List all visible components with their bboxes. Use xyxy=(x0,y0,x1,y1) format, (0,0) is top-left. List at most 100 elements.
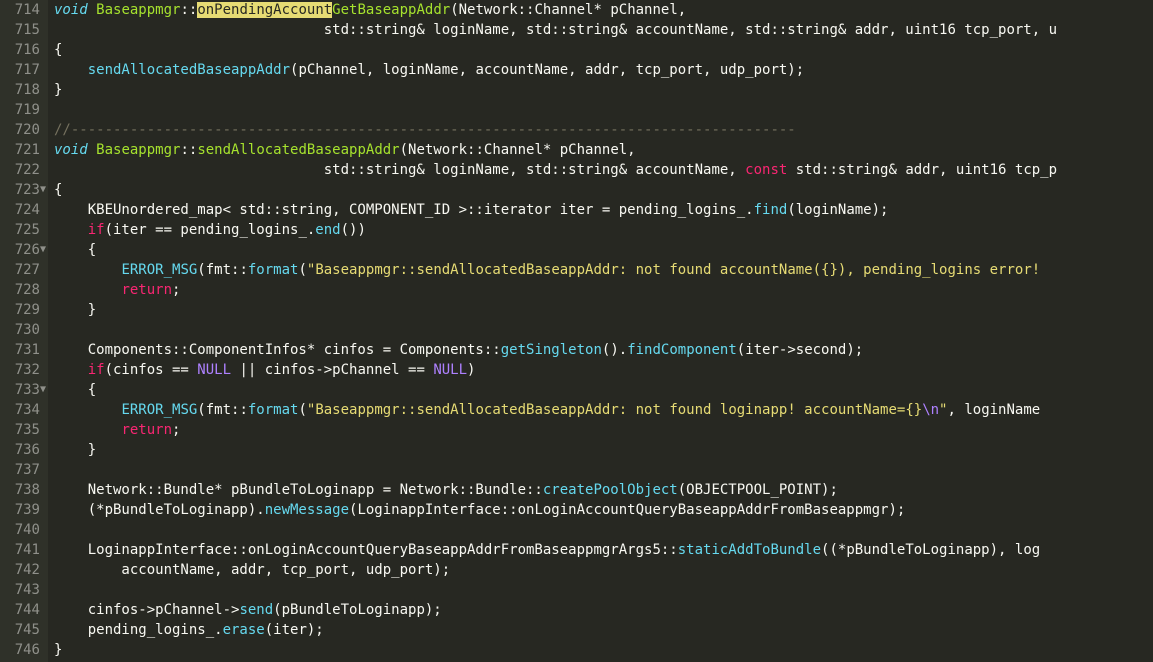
token: Components::ComponentInfos* cinfos = Com… xyxy=(54,342,501,358)
code-line[interactable] xyxy=(54,100,1153,120)
token: KBEUnordered_map< std::string, COMPONENT… xyxy=(54,202,754,218)
token xyxy=(54,222,88,238)
token: accountName, addr, tcp_port, udp_port); xyxy=(54,562,450,578)
code-line[interactable]: return; xyxy=(54,420,1153,440)
token: LoginappInterface::onLoginAccountQueryBa… xyxy=(54,542,678,558)
code-line[interactable] xyxy=(54,520,1153,540)
token xyxy=(54,262,121,278)
token: ERROR_MSG xyxy=(121,402,197,418)
token: sendAllocatedBaseappAddr xyxy=(197,142,399,158)
token: //--------------------------------------… xyxy=(54,122,796,138)
code-line[interactable]: std::string& loginName, std::string& acc… xyxy=(54,20,1153,40)
code-line[interactable]: std::string& loginName, std::string& acc… xyxy=(54,160,1153,180)
line-number: 715 xyxy=(4,20,40,40)
token xyxy=(54,362,88,378)
token xyxy=(88,2,96,18)
code-line[interactable]: void Baseappmgr::onPendingAccountGetBase… xyxy=(54,0,1153,20)
line-number: 739 xyxy=(4,500,40,520)
token xyxy=(54,282,121,298)
code-line[interactable] xyxy=(54,320,1153,340)
line-number: 738 xyxy=(4,480,40,500)
code-line[interactable]: ERROR_MSG(fmt::format("Baseappmgr::sendA… xyxy=(54,260,1153,280)
token: (loginName); xyxy=(787,202,888,218)
token xyxy=(54,402,121,418)
token: std::string& addr, uint16 tcp_p xyxy=(787,162,1057,178)
code-line[interactable]: } xyxy=(54,440,1153,460)
token: { xyxy=(54,182,62,198)
token: (pBundleToLoginapp); xyxy=(273,602,442,618)
code-line[interactable]: return; xyxy=(54,280,1153,300)
token: Baseappmgr xyxy=(96,2,180,18)
token xyxy=(88,142,96,158)
token: ((*pBundleToLoginapp), log xyxy=(821,542,1040,558)
token: (cinfos == xyxy=(105,362,198,378)
token: NULL xyxy=(433,362,467,378)
code-line[interactable]: ERROR_MSG(fmt::format("Baseappmgr::sendA… xyxy=(54,400,1153,420)
token: NULL xyxy=(197,362,231,378)
token: return xyxy=(121,422,172,438)
code-line[interactable]: { xyxy=(54,180,1153,200)
line-number: 726▼ xyxy=(4,240,40,260)
code-editor[interactable]: 714715716717718719720721722723▼724725726… xyxy=(0,0,1153,662)
code-line[interactable]: Network::Bundle* pBundleToLoginapp = Net… xyxy=(54,480,1153,500)
code-line[interactable]: //--------------------------------------… xyxy=(54,120,1153,140)
code-line[interactable]: LoginappInterface::onLoginAccountQueryBa… xyxy=(54,540,1153,560)
code-line[interactable]: } xyxy=(54,300,1153,320)
fold-marker-icon[interactable]: ▼ xyxy=(40,240,46,260)
code-area[interactable]: void Baseappmgr::onPendingAccountGetBase… xyxy=(48,0,1153,662)
token: cinfos->pChannel-> xyxy=(54,602,239,618)
token: ) xyxy=(467,362,475,378)
line-number: 716 xyxy=(4,40,40,60)
code-line[interactable] xyxy=(54,580,1153,600)
code-line[interactable]: accountName, addr, tcp_port, udp_port); xyxy=(54,560,1153,580)
token: if xyxy=(88,362,105,378)
token: (iter->second); xyxy=(737,342,863,358)
line-gutter: 714715716717718719720721722723▼724725726… xyxy=(0,0,48,662)
token: erase xyxy=(223,622,265,638)
code-line[interactable]: } xyxy=(54,80,1153,100)
token: (). xyxy=(602,342,627,358)
line-number: 718 xyxy=(4,80,40,100)
token: ERROR_MSG xyxy=(121,262,197,278)
line-number: 719 xyxy=(4,100,40,120)
code-line[interactable]: if(iter == pending_logins_.end()) xyxy=(54,220,1153,240)
token: "Baseappmgr::sendAllocatedBaseappAddr: n… xyxy=(307,402,922,418)
token: \n xyxy=(922,402,939,418)
code-line[interactable]: Components::ComponentInfos* cinfos = Com… xyxy=(54,340,1153,360)
token: (OBJECTPOOL_POINT); xyxy=(678,482,838,498)
code-line[interactable]: KBEUnordered_map< std::string, COMPONENT… xyxy=(54,200,1153,220)
token: } xyxy=(54,302,96,318)
token: } xyxy=(54,82,62,98)
token: (*pBundleToLoginapp). xyxy=(54,502,265,518)
token: std::string& loginName, std::string& acc… xyxy=(54,22,1057,38)
token: format xyxy=(248,402,299,418)
code-line[interactable]: (*pBundleToLoginapp).newMessage(Loginapp… xyxy=(54,500,1153,520)
token: getSingleton xyxy=(501,342,602,358)
code-line[interactable]: void Baseappmgr::sendAllocatedBaseappAdd… xyxy=(54,140,1153,160)
token: Network::Bundle* pBundleToLoginapp = Net… xyxy=(54,482,543,498)
code-line[interactable]: cinfos->pChannel->send(pBundleToLoginapp… xyxy=(54,600,1153,620)
token: || cinfos->pChannel == xyxy=(231,362,433,378)
line-number: 734 xyxy=(4,400,40,420)
line-number: 735 xyxy=(4,420,40,440)
token: onPendingAccount xyxy=(197,2,332,18)
code-line[interactable]: { xyxy=(54,40,1153,60)
code-line[interactable]: pending_logins_.erase(iter); xyxy=(54,620,1153,640)
code-line[interactable]: { xyxy=(54,240,1153,260)
fold-marker-icon[interactable]: ▼ xyxy=(40,180,46,200)
code-line[interactable]: sendAllocatedBaseappAddr(pChannel, login… xyxy=(54,60,1153,80)
token: if xyxy=(88,222,105,238)
code-line[interactable]: { xyxy=(54,380,1153,400)
token: format xyxy=(248,262,299,278)
line-number: 723▼ xyxy=(4,180,40,200)
line-number: 744 xyxy=(4,600,40,620)
code-line[interactable] xyxy=(54,460,1153,480)
code-line[interactable]: if(cinfos == NULL || cinfos->pChannel ==… xyxy=(54,360,1153,380)
token: :: xyxy=(180,142,197,158)
token: newMessage xyxy=(265,502,349,518)
fold-marker-icon[interactable]: ▼ xyxy=(40,380,46,400)
token: ( xyxy=(298,262,306,278)
token: createPoolObject xyxy=(543,482,678,498)
code-line[interactable]: } xyxy=(54,640,1153,660)
token: find xyxy=(754,202,788,218)
